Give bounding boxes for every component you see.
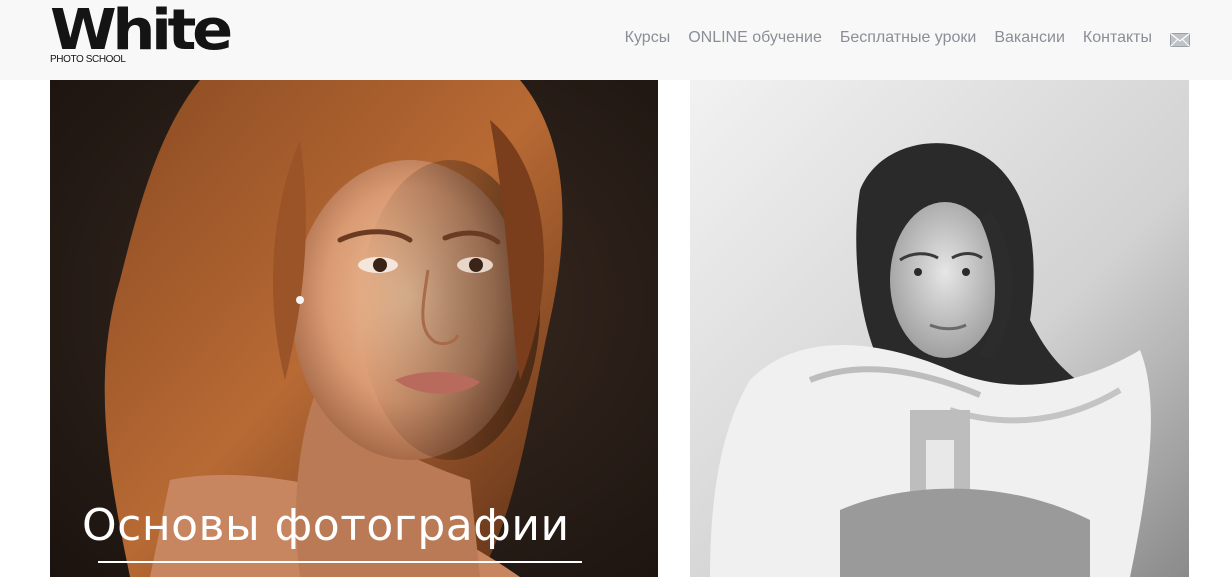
course-card-portrait[interactable] <box>690 80 1189 577</box>
main-nav: Курсы ONLINE обучение Бесплатные уроки В… <box>625 27 1190 49</box>
nav-vacancies[interactable]: Вакансии <box>994 27 1065 49</box>
page: White PHOTO SCHOOL Курсы ONLINE обучение… <box>0 0 1232 577</box>
nav-contacts[interactable]: Контакты <box>1083 27 1152 49</box>
logo-subtitle: PHOTO SCHOOL <box>50 54 126 65</box>
nav-free-lessons[interactable]: Бесплатные уроки <box>840 27 977 49</box>
course-card-title: Основы фотографии <box>82 500 570 551</box>
nav-courses[interactable]: Курсы <box>625 27 671 49</box>
caption-underline <box>98 561 582 563</box>
black-and-white-portrait-photo <box>690 80 1189 577</box>
envelope-icon[interactable] <box>1170 32 1190 47</box>
nav-online-learning[interactable]: ONLINE обучение <box>688 27 822 49</box>
course-card-photography-basics[interactable]: Основы фотографии <box>50 80 658 577</box>
logo-link[interactable]: White PHOTO SCHOOL <box>50 0 233 69</box>
site-header: White PHOTO SCHOOL Курсы ONLINE обучение… <box>0 0 1232 80</box>
